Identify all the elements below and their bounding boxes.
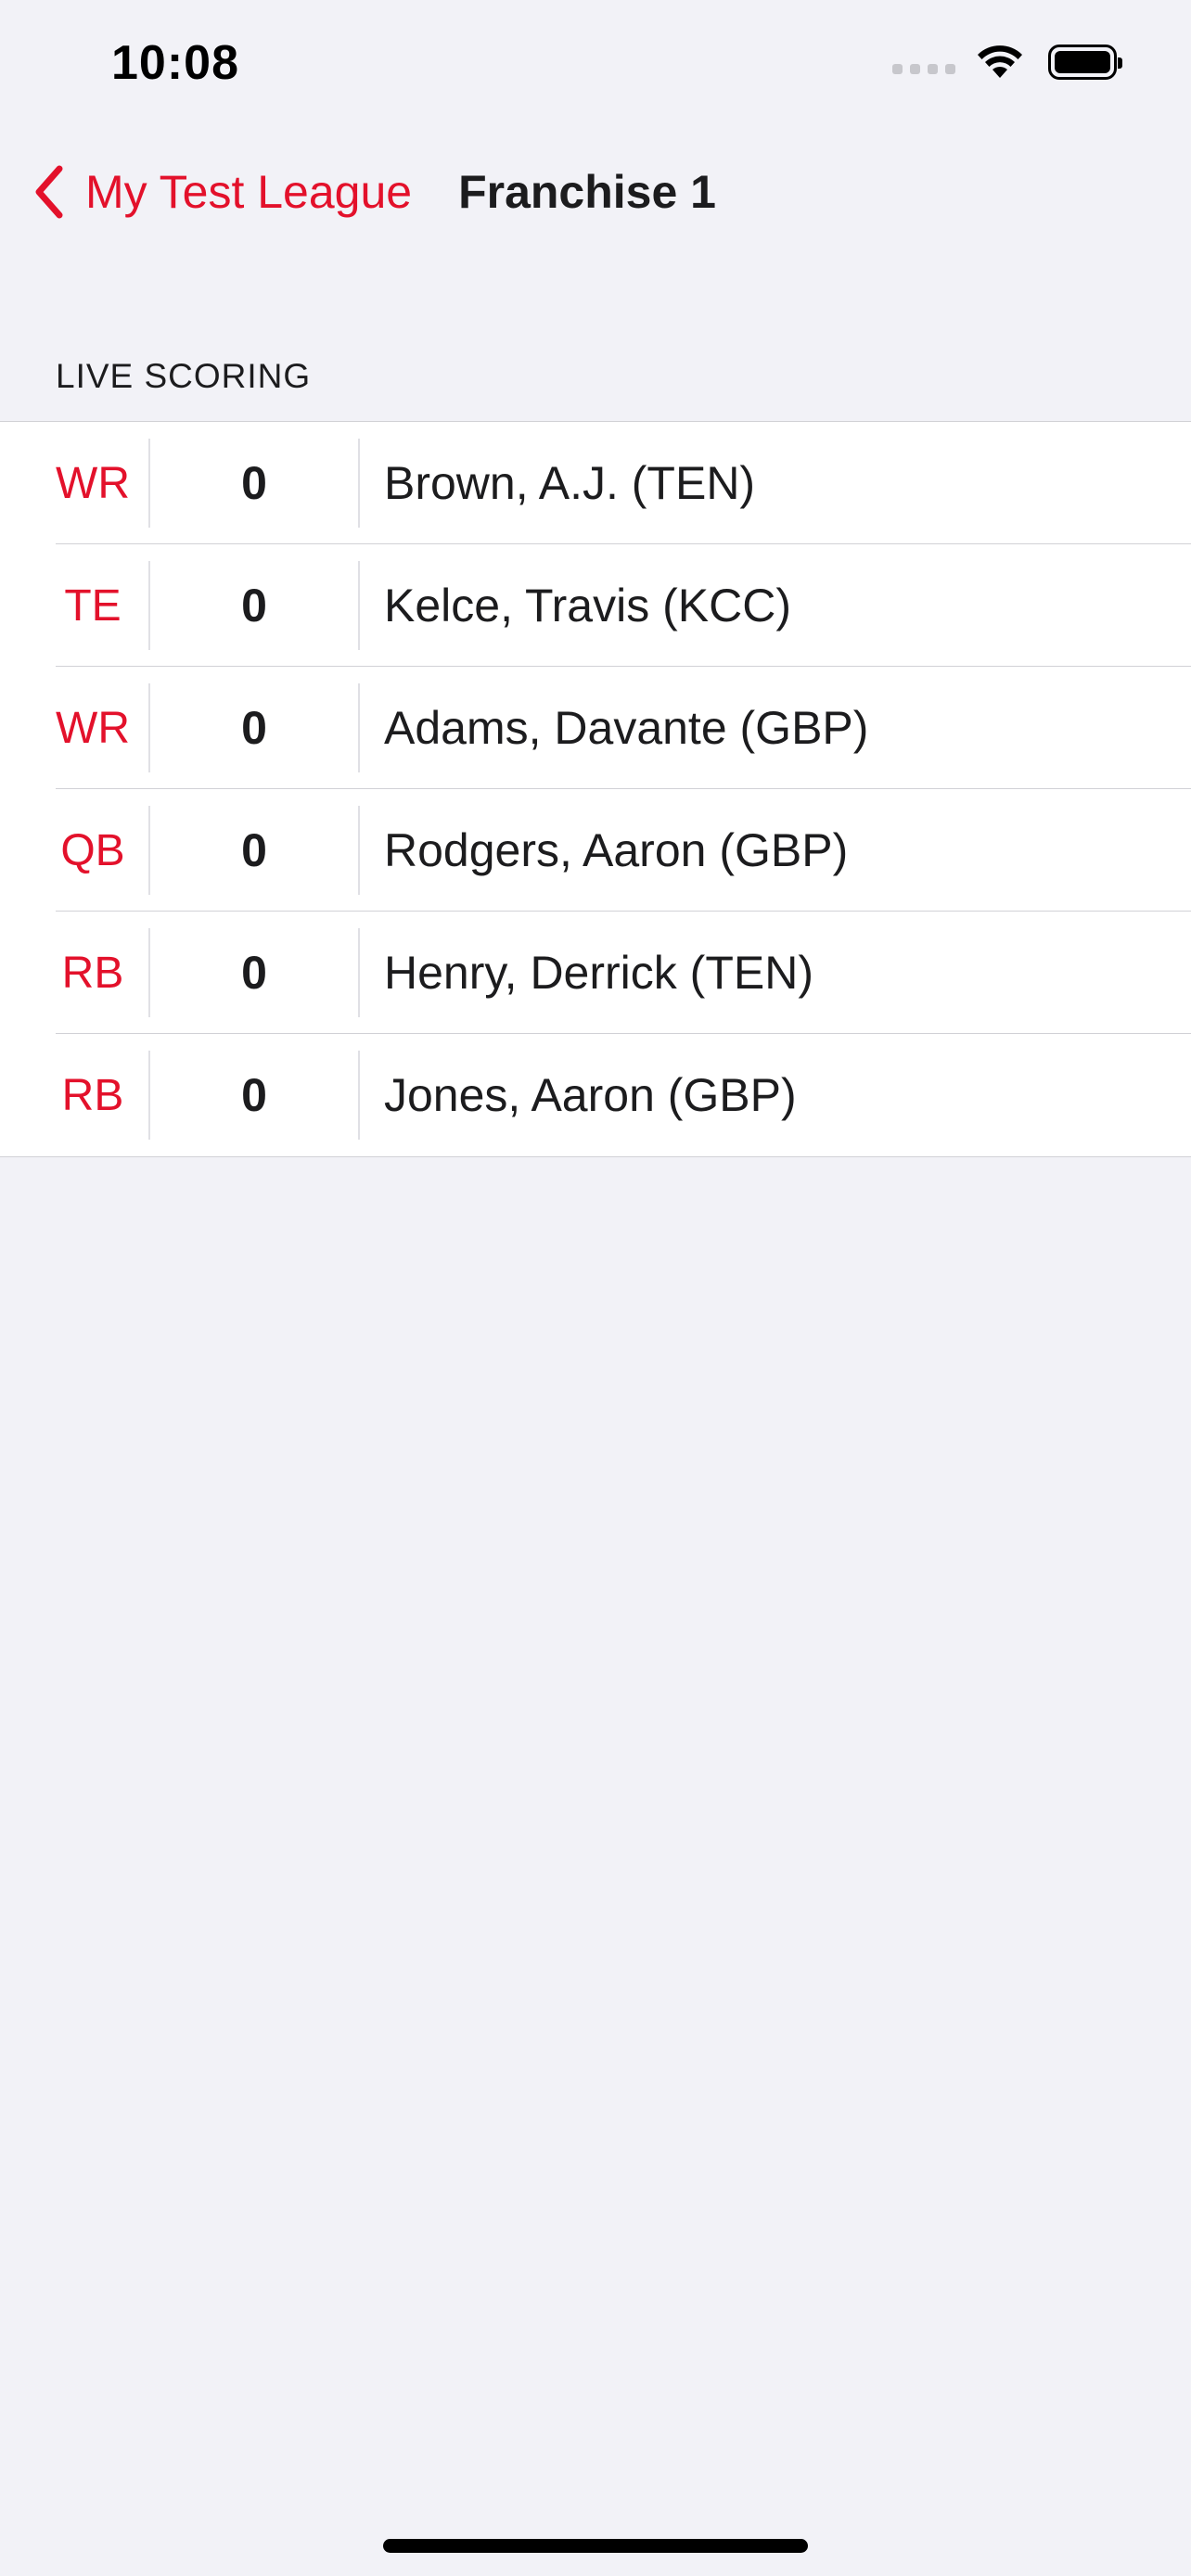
battery-level	[1055, 51, 1110, 73]
score-value: 0	[241, 457, 267, 509]
player-name: Brown, A.J. (TEN)	[384, 457, 756, 509]
table-row[interactable]: QB 0 Rodgers, Aaron (GBP)	[0, 789, 1191, 912]
live-scoring-table: WR 0 Brown, A.J. (TEN) TE 0 Kelce, Travi…	[0, 421, 1191, 1157]
player-name: Adams, Davante (GBP)	[384, 702, 869, 754]
table-row[interactable]: TE 0 Kelce, Travis (KCC)	[0, 544, 1191, 667]
section-header: LIVE SCORING	[56, 357, 312, 395]
score-value: 0	[241, 580, 267, 631]
status-time: 10:08	[111, 36, 239, 90]
status-icons	[892, 45, 1122, 80]
navigation-bar: My Test League Franchise 1	[0, 139, 1191, 245]
player-name: Rodgers, Aaron (GBP)	[384, 824, 849, 876]
player-name: Jones, Aaron (GBP)	[384, 1069, 797, 1121]
position-label: RB	[61, 948, 124, 998]
cellular-signal-icon	[892, 63, 955, 74]
page-title: Franchise 1	[458, 166, 716, 218]
position-label: TE	[64, 580, 122, 631]
score-value: 0	[241, 824, 267, 876]
table-row[interactable]: WR 0 Adams, Davante (GBP)	[0, 667, 1191, 789]
home-indicator[interactable]	[383, 2539, 808, 2553]
position-label: WR	[56, 703, 130, 753]
player-name: Henry, Derrick (TEN)	[384, 947, 813, 999]
table-row[interactable]: WR 0 Brown, A.J. (TEN)	[0, 422, 1191, 544]
score-value: 0	[241, 1069, 267, 1121]
back-label: My Test League	[85, 166, 413, 218]
table-row[interactable]: RB 0 Jones, Aaron (GBP)	[0, 1034, 1191, 1156]
position-label: WR	[56, 458, 130, 508]
battery-icon	[1048, 45, 1122, 80]
back-button[interactable]: My Test League	[33, 165, 412, 219]
chevron-left-icon	[33, 165, 65, 219]
position-label: QB	[60, 825, 125, 875]
player-name: Kelce, Travis (KCC)	[384, 580, 791, 631]
score-value: 0	[241, 947, 267, 999]
table-row[interactable]: RB 0 Henry, Derrick (TEN)	[0, 912, 1191, 1034]
score-value: 0	[241, 702, 267, 754]
position-label: RB	[61, 1070, 124, 1120]
status-bar: 10:08	[0, 0, 1191, 130]
wifi-icon	[978, 45, 1022, 78]
